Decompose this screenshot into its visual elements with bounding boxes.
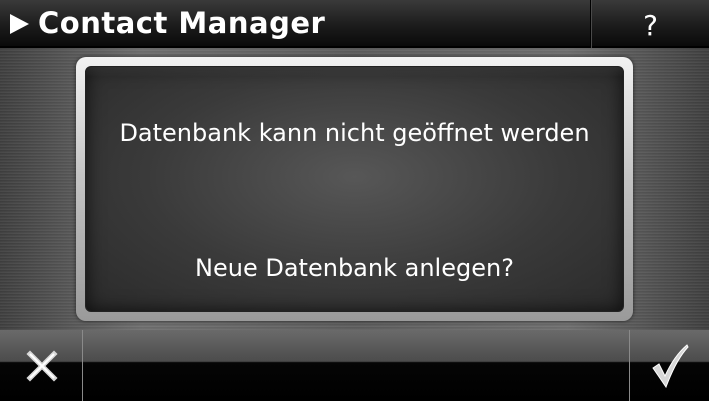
help-button[interactable]: ?: [592, 0, 709, 48]
bottom-bar: [0, 330, 709, 401]
cancel-button[interactable]: [0, 330, 82, 401]
footer-divider-left: [82, 330, 83, 401]
checkmark-icon: [652, 344, 689, 389]
confirm-button[interactable]: [630, 330, 709, 401]
play-arrow-icon: [10, 14, 29, 34]
app-title: Contact Manager: [38, 6, 326, 40]
title-bar: Contact Manager ?: [0, 0, 709, 48]
error-message: Datenbank kann nicht geöffnet werden: [119, 119, 590, 147]
confirm-question: Neue Datenbank anlegen?: [195, 254, 514, 282]
dialog-sheen: [86, 67, 623, 77]
dialog-frame: Datenbank kann nicht geöffnet werden Neu…: [76, 57, 633, 321]
close-icon: [26, 350, 58, 382]
message-dialog: Datenbank kann nicht geöffnet werden Neu…: [85, 66, 624, 312]
